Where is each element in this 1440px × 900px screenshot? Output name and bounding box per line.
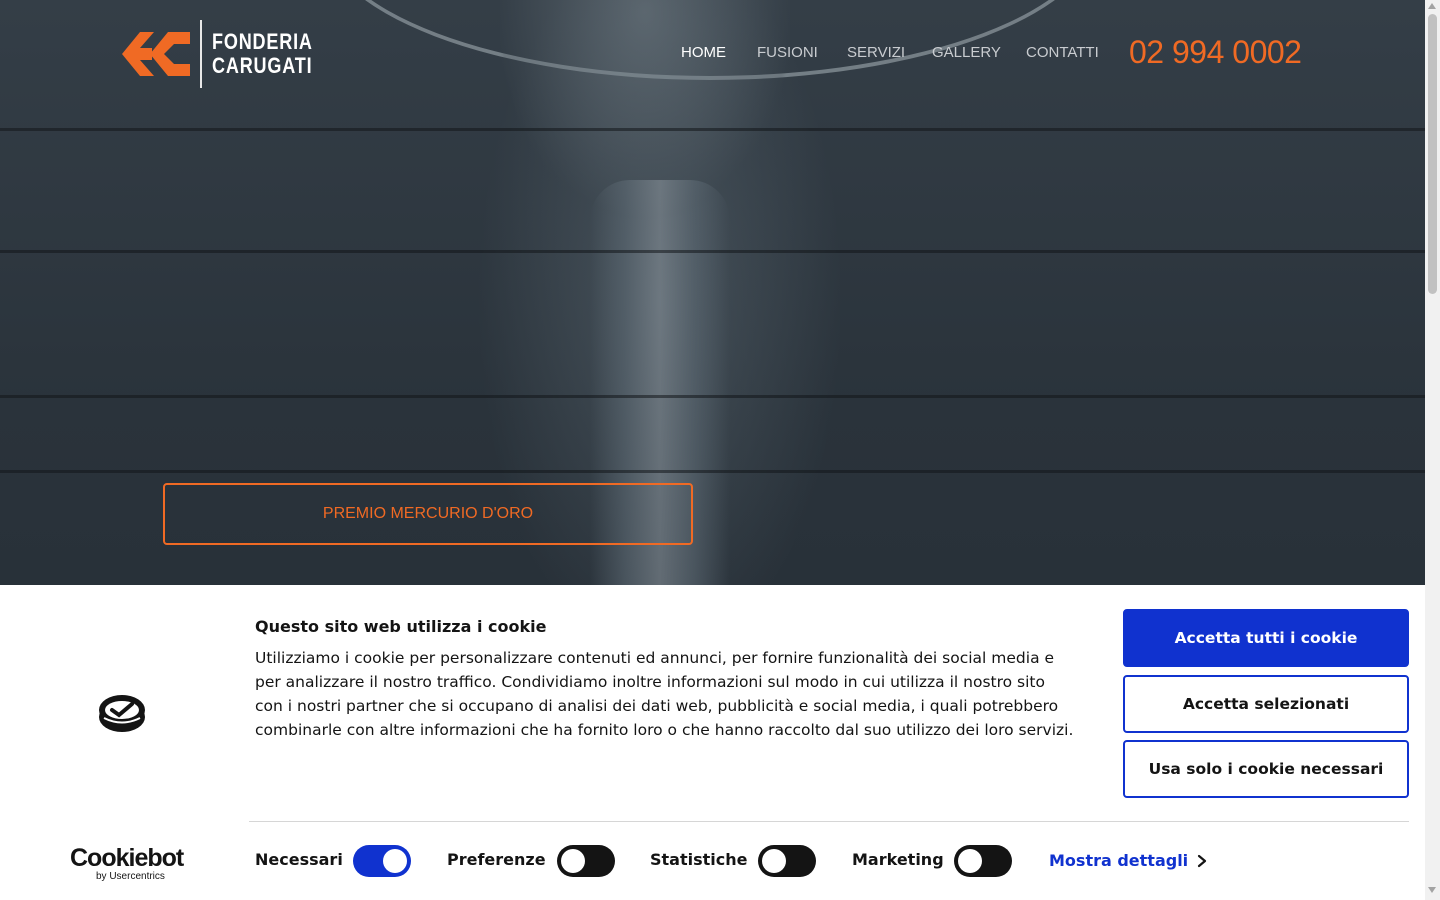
cookie-banner-title: Questo sito web utilizza i cookie bbox=[255, 617, 547, 636]
hero-plank-line bbox=[0, 470, 1425, 473]
nav-item-fusioni[interactable]: FUSIONI bbox=[757, 44, 818, 61]
scroll-thumb[interactable] bbox=[1428, 14, 1437, 294]
cookiebot-brand-sub: by Usercentrics bbox=[96, 871, 165, 882]
switch-knob bbox=[958, 849, 982, 873]
toggle-marketing: Marketing bbox=[852, 843, 1017, 877]
hero-plank-line bbox=[0, 395, 1425, 398]
toggle-label-marketing: Marketing bbox=[852, 850, 944, 869]
nav-item-home[interactable]: HOME bbox=[681, 44, 726, 61]
necessary-cookies-only-button[interactable]: Usa solo i cookie necessari bbox=[1123, 740, 1409, 798]
chevron-right-icon[interactable] bbox=[1196, 854, 1208, 868]
nav-item-gallery[interactable]: GALLERY bbox=[932, 44, 1001, 61]
show-details-link[interactable]: Mostra dettagli bbox=[1049, 851, 1188, 870]
cookiebot-brand-name: Cookiebot bbox=[70, 844, 184, 872]
accept-all-cookies-button[interactable]: Accetta tutti i cookie bbox=[1123, 609, 1409, 667]
premio-mercurio-button[interactable]: PREMIO MERCURIO D'ORO bbox=[163, 483, 693, 545]
cookiebot-brand: Cookiebot by Usercentrics bbox=[70, 844, 184, 883]
toggle-necessari: Necessari bbox=[255, 843, 415, 877]
cookie-consent-banner: Questo sito web utilizza i cookie Utiliz… bbox=[0, 585, 1425, 900]
toggle-label-necessari: Necessari bbox=[255, 850, 343, 869]
nav-item-servizi[interactable]: SERVIZI bbox=[847, 44, 905, 61]
page-scrollbar[interactable] bbox=[1425, 0, 1440, 900]
phone-number-link[interactable]: 02 994 0002 bbox=[1129, 34, 1302, 71]
cookie-banner-text: Utilizziamo i cookie per personalizzare … bbox=[255, 649, 1074, 739]
necessari-switch[interactable] bbox=[353, 845, 411, 877]
accept-selected-cookies-button[interactable]: Accetta selezionati bbox=[1123, 675, 1409, 733]
toggle-label-statistiche: Statistiche bbox=[650, 850, 748, 869]
nav-item-contatti[interactable]: CONTATTI bbox=[1026, 44, 1099, 61]
switch-knob bbox=[561, 849, 585, 873]
switch-knob bbox=[383, 849, 407, 873]
statistiche-switch[interactable] bbox=[758, 845, 816, 877]
toggle-label-preferenze: Preferenze bbox=[447, 850, 546, 869]
hero-plank-line bbox=[0, 128, 1425, 131]
cookie-banner-divider bbox=[249, 821, 1409, 822]
scroll-down-arrow-icon[interactable] bbox=[1428, 887, 1436, 893]
toggle-statistiche: Statistiche bbox=[650, 843, 820, 877]
scroll-up-arrow-icon[interactable] bbox=[1428, 3, 1436, 9]
preferenze-switch[interactable] bbox=[557, 845, 615, 877]
switch-knob bbox=[762, 849, 786, 873]
marketing-switch[interactable] bbox=[954, 845, 1012, 877]
hero-plank-line bbox=[0, 250, 1425, 253]
toggle-preferenze: Preferenze bbox=[447, 843, 617, 877]
cookiebot-logo-icon bbox=[99, 695, 145, 732]
